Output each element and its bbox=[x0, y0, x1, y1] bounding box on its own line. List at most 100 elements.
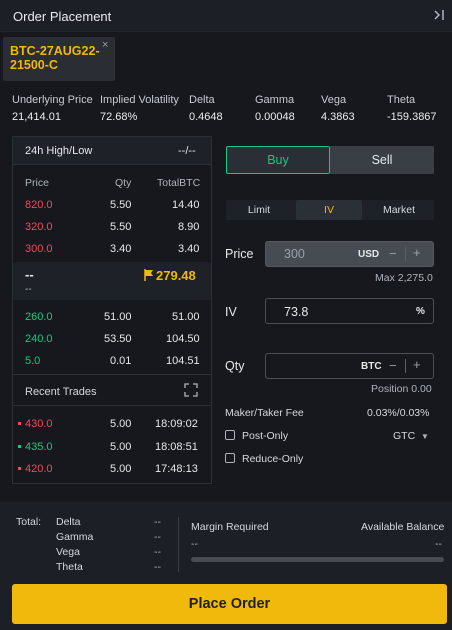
gamma-value: 0.00048 bbox=[255, 111, 295, 123]
tab-limit[interactable]: Limit bbox=[226, 200, 292, 220]
margin-required-value: -- bbox=[191, 538, 198, 550]
qty-decrement-button[interactable]: − bbox=[389, 358, 397, 373]
close-icon[interactable]: × bbox=[102, 39, 108, 51]
bid-qty: 51.00 bbox=[104, 311, 132, 323]
bid-price[interactable]: 240.0 bbox=[25, 333, 53, 345]
price-label: Price bbox=[225, 247, 254, 261]
trade-price: 420.0 bbox=[25, 463, 53, 475]
divider bbox=[13, 374, 211, 375]
ask-total: 14.40 bbox=[172, 199, 200, 211]
vega-label: Vega bbox=[321, 94, 347, 106]
total-delta-value: -- bbox=[154, 516, 161, 528]
sell-button[interactable]: Sell bbox=[330, 146, 434, 174]
trade-qty: 5.00 bbox=[110, 463, 132, 475]
ask-total: 8.90 bbox=[178, 221, 200, 233]
buy-button[interactable]: Buy bbox=[226, 146, 330, 174]
trade-qty: 5.00 bbox=[110, 418, 132, 430]
col-qty-header: Qty bbox=[115, 177, 132, 189]
ask-price[interactable]: 300.0 bbox=[25, 243, 53, 255]
total-vega-value: -- bbox=[154, 546, 161, 558]
flag-icon bbox=[144, 269, 154, 281]
panel-title: Order Placement bbox=[13, 9, 112, 24]
sell-dot-icon bbox=[18, 467, 21, 470]
qty-increment-button[interactable]: + bbox=[413, 357, 421, 372]
trade-time: 18:08:51 bbox=[155, 441, 198, 453]
mark-price: 279.48 bbox=[156, 268, 196, 283]
divider bbox=[13, 405, 211, 406]
tab-iv[interactable]: IV bbox=[296, 200, 362, 220]
bid-total: 51.00 bbox=[172, 311, 200, 323]
theta-label: Theta bbox=[387, 94, 416, 106]
sell-dot-icon bbox=[18, 422, 21, 425]
position-value: Position 0.00 bbox=[371, 383, 432, 395]
bid-total: 104.50 bbox=[166, 333, 200, 345]
trade-price: 430.0 bbox=[25, 418, 53, 430]
col-total-header: TotalBTC bbox=[157, 177, 201, 189]
bid-price[interactable]: 260.0 bbox=[25, 311, 53, 323]
tif-select[interactable]: GTC bbox=[393, 430, 415, 442]
divider bbox=[178, 517, 179, 572]
total-delta-label: Delta bbox=[56, 516, 81, 528]
bid-price[interactable]: 5.0 bbox=[25, 355, 40, 367]
ask-qty: 5.50 bbox=[110, 199, 132, 211]
price-decrement-button[interactable]: − bbox=[389, 246, 397, 261]
ask-qty: 3.40 bbox=[110, 243, 132, 255]
total-label: Total: bbox=[16, 516, 42, 528]
underlying-price-label: Underlying Price bbox=[12, 94, 93, 106]
qty-unit: BTC bbox=[361, 361, 382, 372]
theta-value: -159.3867 bbox=[387, 111, 437, 123]
caret-down-icon[interactable]: ▼ bbox=[421, 432, 429, 441]
bid-qty: 0.01 bbox=[110, 355, 132, 367]
qty-input[interactable] bbox=[265, 353, 434, 379]
available-balance-value: -- bbox=[435, 538, 442, 550]
total-theta-value: -- bbox=[154, 561, 161, 573]
high-low-value: --/-- bbox=[178, 145, 196, 157]
iv-input-value: 73.8 bbox=[284, 305, 309, 319]
post-only-label: Post-Only bbox=[242, 430, 289, 442]
price-unit: USD bbox=[358, 249, 380, 260]
price-input-value: 300 bbox=[284, 247, 305, 261]
total-theta-label: Theta bbox=[56, 561, 83, 573]
implied-volatility-label: Implied Volatility bbox=[100, 94, 179, 106]
reduce-only-label: Reduce-Only bbox=[242, 453, 304, 465]
high-low-label: 24h High/Low bbox=[25, 145, 93, 157]
qty-label: Qty bbox=[225, 359, 245, 373]
gamma-label: Gamma bbox=[255, 94, 295, 106]
vega-value: 4.3863 bbox=[321, 111, 355, 123]
margin-progress-bar bbox=[191, 557, 444, 562]
implied-volatility-value: 72.68% bbox=[100, 111, 138, 123]
margin-required-label: Margin Required bbox=[191, 521, 269, 533]
recent-trades-title: Recent Trades bbox=[25, 386, 97, 398]
total-gamma-value: -- bbox=[154, 531, 161, 543]
tab-market[interactable]: Market bbox=[366, 200, 432, 220]
buy-dot-icon bbox=[18, 445, 21, 448]
ask-qty: 5.50 bbox=[110, 221, 132, 233]
last-price-change: -- bbox=[25, 284, 32, 295]
price-increment-button[interactable]: + bbox=[413, 245, 421, 260]
delta-value: 0.4648 bbox=[189, 111, 223, 123]
post-only-checkbox[interactable] bbox=[225, 430, 235, 440]
reduce-only-checkbox[interactable] bbox=[225, 453, 235, 463]
last-price: -- bbox=[25, 267, 34, 282]
col-price-header: Price bbox=[25, 177, 49, 189]
ask-total: 3.40 bbox=[178, 243, 200, 255]
underlying-price-value: 21,414.01 bbox=[12, 111, 61, 123]
iv-label: IV bbox=[225, 305, 237, 319]
trade-time: 18:09:02 bbox=[155, 418, 198, 430]
trade-qty: 5.00 bbox=[110, 441, 132, 453]
total-gamma-label: Gamma bbox=[56, 531, 94, 543]
ask-price[interactable]: 320.0 bbox=[25, 221, 53, 233]
price-max: Max 2,275.0 bbox=[375, 272, 433, 284]
place-order-button[interactable]: Place Order bbox=[12, 584, 447, 624]
fee-label: Maker/Taker Fee bbox=[225, 407, 304, 419]
ask-price[interactable]: 820.0 bbox=[25, 199, 53, 211]
bid-qty: 53.50 bbox=[104, 333, 132, 345]
trade-time: 17:48:13 bbox=[155, 463, 198, 475]
collapse-right-icon[interactable] bbox=[432, 8, 448, 24]
available-balance-label: Available Balance bbox=[361, 521, 445, 533]
iv-unit: % bbox=[416, 306, 425, 317]
trade-price: 435.0 bbox=[25, 441, 53, 453]
expand-icon[interactable] bbox=[184, 383, 198, 397]
divider bbox=[405, 247, 406, 261]
delta-label: Delta bbox=[189, 94, 215, 106]
